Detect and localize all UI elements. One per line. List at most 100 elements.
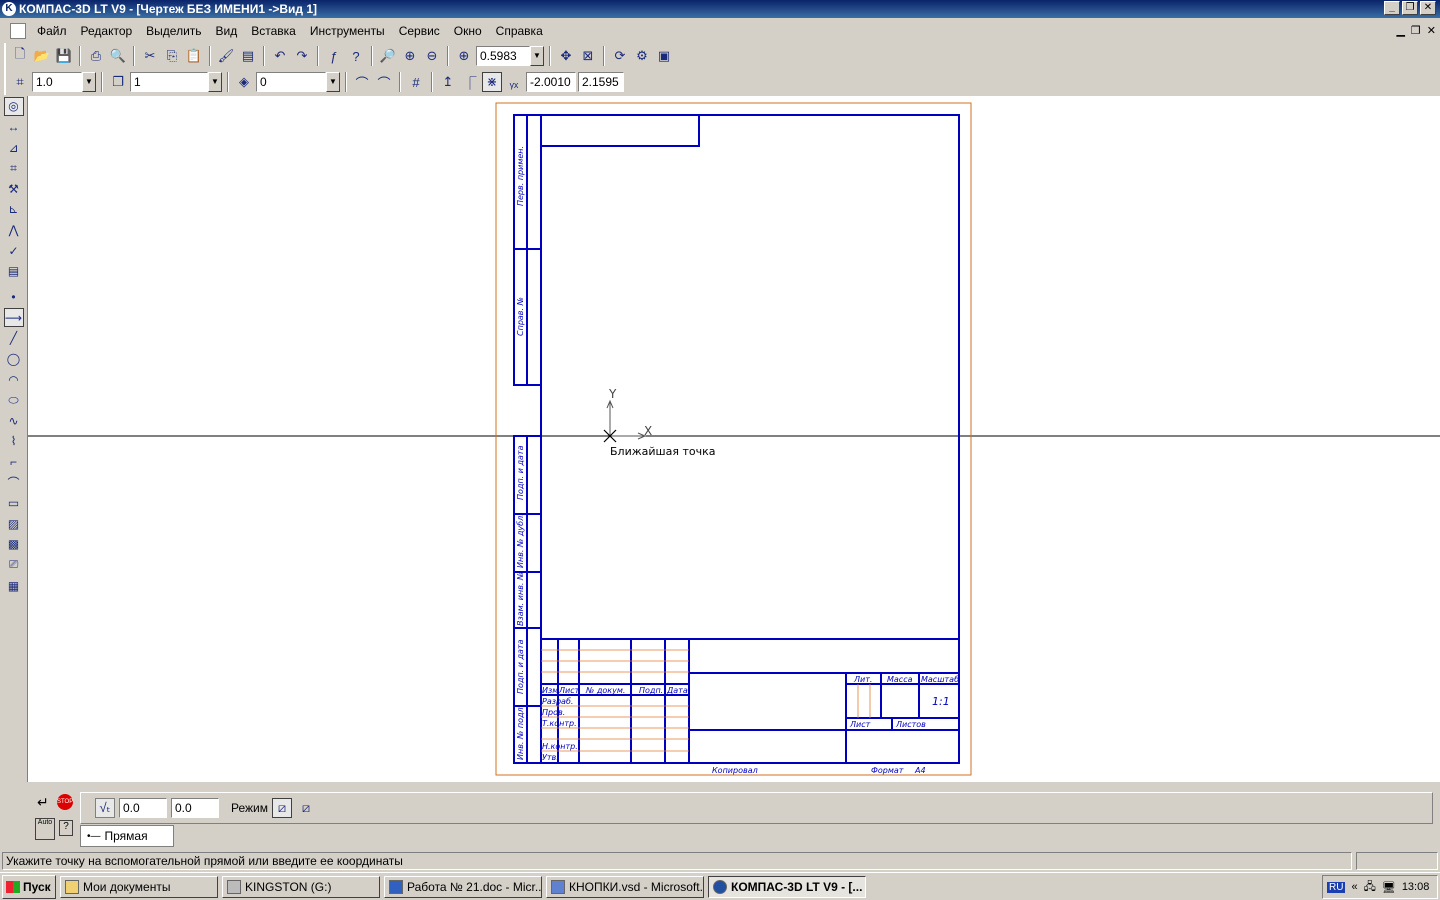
grid-icon[interactable]: #	[406, 72, 426, 92]
ellipse-tool-icon[interactable]: ⬭	[4, 391, 24, 410]
help-pointer-icon[interactable]: ?	[346, 46, 366, 66]
drawing-canvas[interactable]: Перв. примен. Справ. № Подп. и дата Инв.…	[27, 96, 1440, 782]
zoom-out-icon[interactable]: ⊖	[422, 46, 442, 66]
fill-tool-icon[interactable]: ▩	[4, 535, 24, 554]
menu-window[interactable]: Окно	[447, 24, 489, 38]
circle-tool-icon[interactable]: ◯	[4, 350, 24, 369]
aux-line-tool-icon[interactable]: ⟶	[3, 308, 24, 327]
language-indicator[interactable]: RU	[1327, 881, 1346, 893]
snap-toggle-icon[interactable]: ⋇	[482, 72, 502, 92]
mdi-minimize-icon[interactable]: ▁	[1396, 24, 1404, 37]
volume-icon[interactable]: 🖥	[1382, 881, 1396, 894]
fit-all-icon[interactable]: ⊠	[578, 46, 598, 66]
start-button[interactable]: Пуск	[2, 874, 56, 899]
menu-help[interactable]: Справка	[489, 24, 550, 38]
snap-step-icon[interactable]: ⌗	[10, 72, 30, 92]
step-input[interactable]: 1.0	[32, 72, 82, 92]
undo-icon[interactable]: ↶	[270, 46, 290, 66]
chevron-down-icon[interactable]: ▼	[82, 72, 96, 92]
mdi-close-icon[interactable]: ✕	[1427, 24, 1436, 37]
refresh-icon[interactable]: ⟳	[610, 46, 630, 66]
select-panel-icon[interactable]: ⋀	[4, 221, 24, 240]
point-input-icon[interactable]: √ₜ	[95, 798, 115, 818]
dimensions-panel-icon[interactable]: ↔	[4, 118, 24, 137]
step-combo[interactable]: 1.0 ▼	[32, 72, 96, 92]
spec-panel-icon[interactable]: ▤	[4, 262, 24, 281]
tray-expand-icon[interactable]: «	[1351, 881, 1357, 893]
arc-tool-icon[interactable]: ◠	[4, 370, 24, 389]
hatch-tool-icon[interactable]: ▨	[4, 514, 24, 533]
chevron-down-icon[interactable]: ▼	[326, 72, 340, 92]
snap-settings-icon[interactable]: ⌒	[374, 72, 394, 92]
auto-create-icon[interactable]: Auto	[35, 818, 55, 840]
layer-input[interactable]: 0	[256, 72, 326, 92]
zoom-input[interactable]: 0.5983	[476, 46, 530, 66]
mode-no-intersections-icon[interactable]: ⧄	[272, 798, 292, 818]
associative-views-icon[interactable]: ✓	[4, 241, 24, 260]
maximize-button[interactable]: ❐	[1402, 1, 1418, 15]
rectangle-tool-icon[interactable]: ▭	[4, 494, 24, 513]
cursor-y-field[interactable]: 2.1595	[578, 72, 624, 92]
spline-tool-icon[interactable]: ∿	[4, 411, 24, 430]
minimize-button[interactable]: _	[1384, 1, 1400, 15]
task-kompas[interactable]: КОМПАС-3D LT V9 - [...	[708, 875, 866, 898]
layer-view-combo[interactable]: 1 ▼	[130, 72, 222, 92]
parametrization-panel-icon[interactable]: ⚒	[4, 180, 24, 199]
view-input[interactable]: 1	[130, 72, 208, 92]
menu-select[interactable]: Выделить	[139, 24, 208, 38]
task-visio[interactable]: КНОПКИ.vsd - Microsoft...	[546, 875, 704, 898]
zoom-window-icon[interactable]: 🔎	[378, 46, 398, 66]
point-tool-icon[interactable]: •	[4, 288, 24, 307]
help-icon[interactable]: ?	[59, 820, 73, 836]
format-painter-icon[interactable]: 🖌	[216, 46, 236, 66]
chevron-down-icon[interactable]: ▼	[208, 72, 222, 92]
tab-line[interactable]: •— Прямая	[80, 825, 174, 847]
chamfer-tool-icon[interactable]: ⌐	[4, 453, 24, 472]
menu-insert[interactable]: Вставка	[244, 24, 303, 38]
menu-editor[interactable]: Редактор	[74, 24, 140, 38]
view-icon[interactable]: ❐	[108, 72, 128, 92]
stop-icon[interactable]: STOP	[57, 794, 73, 810]
zoom-scale-icon[interactable]: ⊕	[454, 46, 474, 66]
document-icon[interactable]	[10, 23, 26, 39]
manager-icon[interactable]: ▣	[654, 46, 674, 66]
pan-icon[interactable]: ✥	[556, 46, 576, 66]
zoom-in-icon[interactable]: ⊕	[400, 46, 420, 66]
polyline-tool-icon[interactable]: ⌇	[4, 432, 24, 451]
menu-view[interactable]: Вид	[209, 24, 245, 38]
variables-icon[interactable]: ƒ	[324, 46, 344, 66]
point-x-input[interactable]: 0.0	[119, 798, 167, 818]
new-file-icon[interactable]: 🗋	[10, 46, 30, 66]
save-icon[interactable]: 💾	[54, 46, 74, 66]
chevron-down-icon[interactable]: ▼	[530, 46, 544, 66]
open-folder-icon[interactable]: 📂	[32, 46, 52, 66]
zoom-combo[interactable]: 0.5983 ▼	[476, 46, 544, 66]
editing-panel-icon[interactable]: ⌗	[4, 159, 24, 178]
mdi-restore-icon[interactable]: ❐	[1411, 24, 1421, 37]
geometry-panel-icon[interactable]: ◎	[3, 97, 24, 116]
paste-icon[interactable]: 📋	[184, 46, 204, 66]
network-icon[interactable]: 🖧	[1364, 878, 1376, 897]
cut-icon[interactable]: ✂	[140, 46, 160, 66]
task-word-doc[interactable]: Работа № 21.doc - Micr...	[384, 875, 542, 898]
designations-panel-icon[interactable]: ⊿	[4, 138, 24, 157]
point-y-input[interactable]: 0.0	[171, 798, 219, 818]
print-preview-icon[interactable]: 🔍	[108, 46, 128, 66]
copy-icon[interactable]: ⎘	[162, 46, 182, 66]
fillet-tool-icon[interactable]: ⌒	[4, 473, 24, 492]
menu-tools[interactable]: Инструменты	[303, 24, 392, 38]
layer-combo[interactable]: 0 ▼	[256, 72, 340, 92]
close-button[interactable]: ✕	[1420, 1, 1436, 15]
snap-magnet-icon[interactable]: ⌒	[352, 72, 372, 92]
menu-service[interactable]: Сервис	[392, 24, 447, 38]
properties-icon[interactable]: ▤	[238, 46, 258, 66]
mode-intersections-icon[interactable]: ⧄	[296, 798, 316, 818]
print-icon[interactable]: ⎙	[86, 46, 106, 66]
layers-icon[interactable]: ⚙	[632, 46, 652, 66]
ortho-icon[interactable]: ⎾	[460, 72, 480, 92]
cursor-x-field[interactable]: -2.0010	[526, 72, 576, 92]
macro-tool-icon[interactable]: ▦	[4, 576, 24, 595]
measure-panel-icon[interactable]: ⊾	[4, 200, 24, 219]
segment-tool-icon[interactable]: ╱	[4, 329, 24, 348]
layer-icon[interactable]: ◈	[234, 72, 254, 92]
